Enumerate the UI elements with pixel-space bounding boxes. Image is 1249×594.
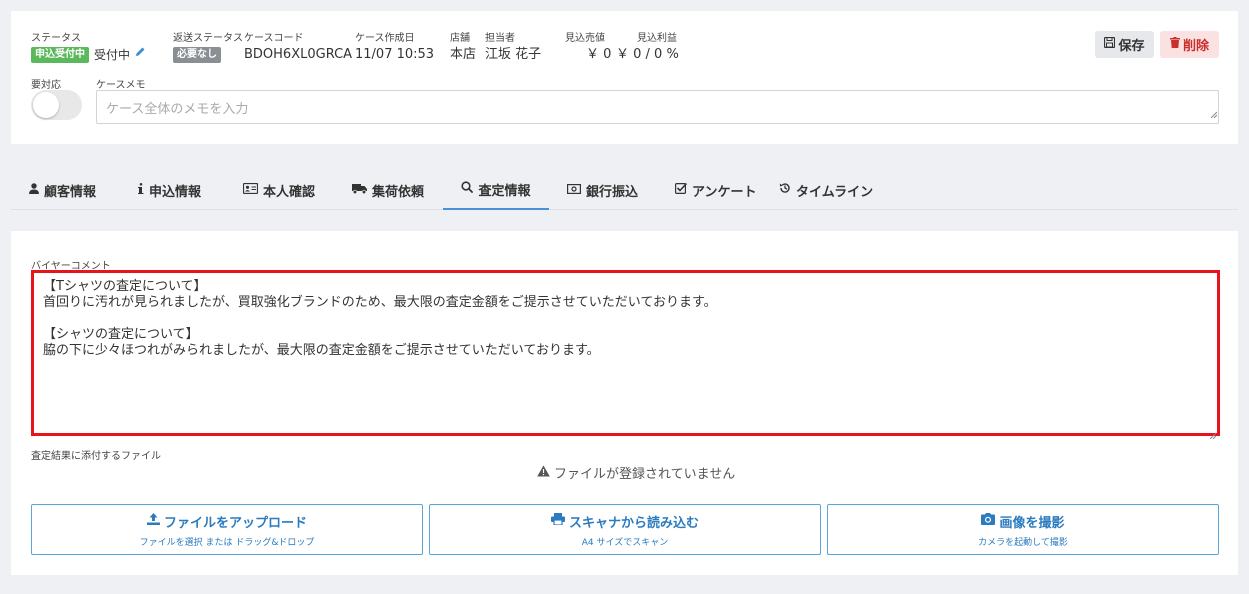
assignee-label: 担当者 — [485, 33, 515, 44]
save-label: 保存 — [1118, 39, 1145, 54]
created-date-label: ケース作成日 — [355, 33, 415, 44]
case-code-field: ケースコード BDOH6XL0GRCA — [244, 33, 352, 64]
money-icon — [567, 183, 582, 198]
status-field: ステータス 申込受付中 受付中 — [31, 33, 146, 65]
est-price-label: 見込売値 — [565, 33, 605, 44]
upload-title: ファイルをアップロード — [163, 515, 307, 531]
history-icon — [779, 182, 791, 198]
assessment-panel: バイヤーコメント 【Tシャツの査定について】 首回りに汚れが見られましたが、買取… — [11, 231, 1238, 575]
pencil-icon[interactable] — [134, 46, 146, 64]
camera-title: 画像を撮影 — [999, 515, 1065, 531]
case-header-card: ステータス 申込受付中 受付中 返送ステータス 必要なし ケースコード BDOH6… — [11, 11, 1238, 144]
truck-icon — [352, 183, 367, 198]
return-status-field: 返送ステータス 必要なし — [173, 33, 243, 64]
tab-label: アンケート — [692, 184, 757, 200]
case-code-label: ケースコード — [244, 33, 304, 44]
tab-identity-check[interactable]: 本人確認 — [242, 170, 316, 210]
assignee-value: 江坂 花子 — [485, 47, 542, 62]
store-label: 店舗 — [450, 33, 470, 44]
memo-label: ケースメモ — [96, 80, 146, 91]
tab-label: タイムライン — [796, 184, 874, 200]
tab-label: 集荷依頼 — [372, 184, 425, 200]
no-files-text: ファイルが登録されていません — [554, 467, 736, 482]
attach-files-label: 査定結果に添付するファイル — [31, 451, 161, 462]
tab-label: 銀行振込 — [586, 184, 639, 200]
tab-label: 本人確認 — [263, 184, 316, 200]
scan-title: スキャナから読み込む — [568, 515, 699, 531]
scan-button[interactable]: スキャナから読み込む A4 サイズでスキャン — [429, 504, 821, 555]
user-icon — [29, 182, 39, 198]
tab-customer-info[interactable]: 顧客情報 — [29, 170, 96, 210]
tab-timeline[interactable]: タイムライン — [779, 170, 873, 210]
delete-button[interactable]: 削除 — [1160, 31, 1219, 58]
buyer-comment-textarea[interactable]: 【Tシャツの査定について】 首回りに汚れが見られましたが、買取強化ブランドのため… — [31, 270, 1220, 436]
search-icon — [461, 181, 474, 197]
upload-file-button[interactable]: ファイルをアップロード ファイルを選択 または ドラッグ&ドロップ — [31, 504, 423, 555]
created-date-field: ケース作成日 11/07 10:53 — [355, 33, 434, 64]
tab-application-info[interactable]: 申込情報 — [138, 170, 201, 210]
upload-icon — [146, 513, 160, 529]
est-price-field: 見込売値 ￥ 0 — [565, 33, 611, 64]
store-field: 店舗 本店 — [450, 33, 476, 64]
tab-label: 査定情報 — [478, 183, 531, 199]
trash-icon — [1169, 37, 1180, 52]
save-button[interactable]: 保存 — [1095, 31, 1154, 58]
save-icon — [1104, 36, 1116, 52]
tab-label: 申込情報 — [149, 184, 202, 200]
warning-icon — [537, 465, 550, 481]
est-price-value: ￥ 0 — [586, 47, 612, 62]
upload-subtitle: ファイルを選択 または ドラッグ&ドロップ — [139, 537, 315, 548]
tab-label: 顧客情報 — [44, 184, 97, 200]
tab-bank-transfer[interactable]: 銀行振込 — [567, 170, 638, 210]
est-profit-value: ￥ 0 / 0 % — [616, 47, 679, 62]
memo-placeholder: ケース全体のメモを入力 — [106, 102, 249, 117]
tab-assessment-info[interactable]: 査定情報 — [443, 170, 549, 210]
camera-button[interactable]: 画像を撮影 カメラを起動して撮影 — [827, 504, 1219, 555]
camera-subtitle: カメラを起動して撮影 — [978, 537, 1068, 548]
tab-bar: 顧客情報 申込情報 本人確認 集荷依頼 査定情報 銀行振込 アンケート タイムラ… — [11, 170, 1238, 210]
toggle-knob — [33, 92, 59, 118]
info-icon — [138, 182, 144, 198]
case-memo-input[interactable]: ケース全体のメモを入力 — [96, 90, 1219, 124]
return-status-badge: 必要なし — [173, 46, 221, 63]
est-profit-label: 見込利益 — [637, 33, 677, 44]
scan-subtitle: A4 サイズでスキャン — [581, 537, 669, 548]
resize-grip-icon[interactable] — [1210, 107, 1218, 122]
attention-label: 要対応 — [31, 80, 61, 91]
est-profit-field: 見込利益 ￥ 0 / 0 % — [616, 33, 679, 64]
status-badge: 申込受付中 — [31, 47, 89, 63]
return-status-label: 返送ステータス — [173, 33, 243, 44]
attention-toggle[interactable] — [31, 90, 82, 120]
assignee-field: 担当者 江坂 花子 — [485, 33, 541, 64]
printer-icon — [550, 513, 565, 529]
tab-pickup-request[interactable]: 集荷依頼 — [352, 170, 424, 210]
status-value: 受付中 — [94, 48, 131, 62]
status-label: ステータス — [31, 33, 81, 44]
case-code-value: BDOH6XL0GRCA — [244, 47, 353, 62]
checkbox-icon — [675, 182, 688, 198]
store-value: 本店 — [450, 47, 477, 62]
camera-icon — [981, 513, 996, 529]
created-date-value: 11/07 10:53 — [355, 47, 435, 62]
no-files-message: ファイルが登録されていません — [537, 463, 735, 482]
tab-survey[interactable]: アンケート — [675, 170, 756, 210]
delete-label: 削除 — [1182, 39, 1209, 54]
id-card-icon — [242, 182, 259, 198]
